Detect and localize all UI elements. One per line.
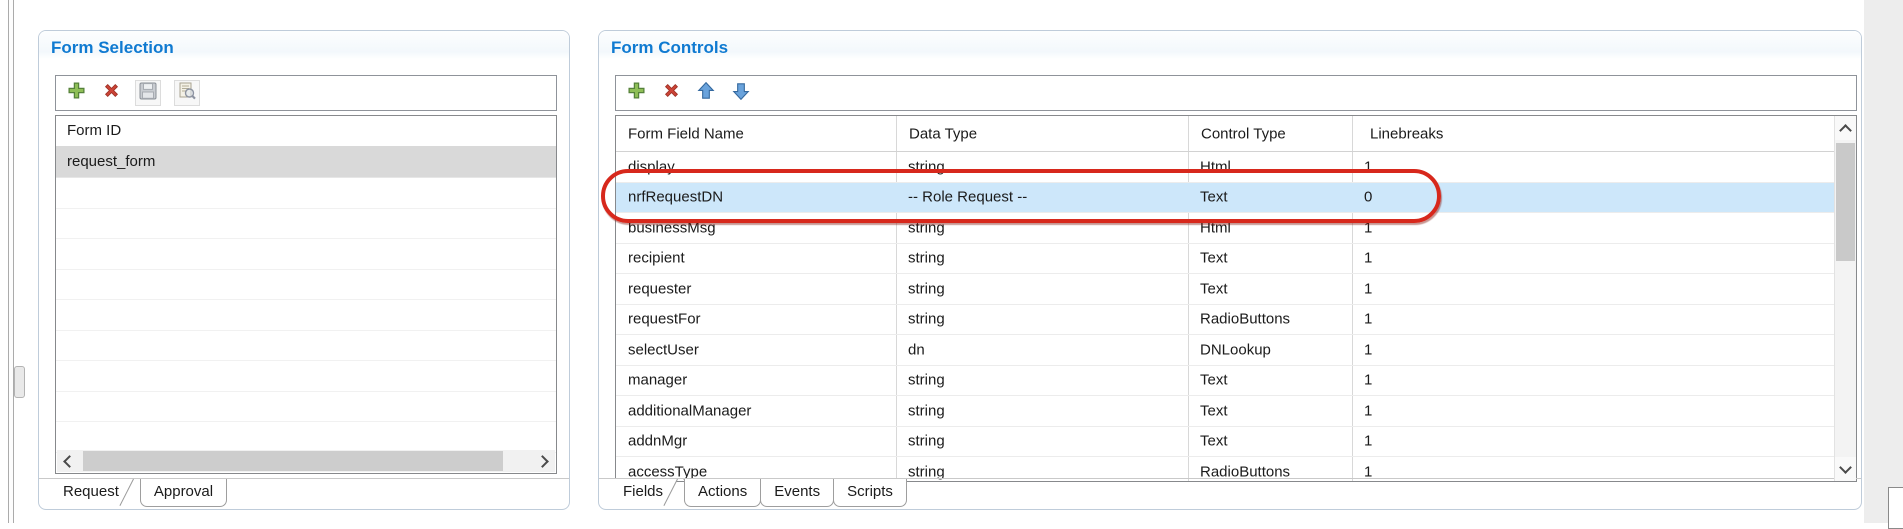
table-cell: 1 [1364, 371, 1373, 389]
table-vertical-scrollbar[interactable] [1834, 116, 1856, 481]
tab-fields[interactable]: Fields [610, 479, 677, 507]
table-cell: string [908, 402, 945, 420]
scroll-down-button[interactable] [1835, 457, 1856, 481]
form-controls-tabbar: Fields Actions Events Scripts [599, 478, 1861, 511]
chevron-down-icon [1839, 460, 1852, 474]
move-up-button[interactable] [695, 81, 717, 106]
table-cell: requester [628, 280, 692, 298]
form-id-horizontal-scrollbar[interactable] [57, 450, 555, 472]
tab-actions[interactable]: Actions [684, 479, 762, 507]
delete-x-icon [662, 81, 681, 105]
table-cell: Text [1200, 371, 1228, 389]
add-field-button[interactable] [625, 82, 647, 104]
form-selection-title: Form Selection [51, 38, 174, 57]
column-header-control-type[interactable]: Control Type [1201, 125, 1286, 142]
table-row-manager[interactable]: manager string Text 1 [616, 366, 1856, 396]
list-item-request-form[interactable]: request_form [56, 146, 556, 178]
table-cell: Text [1200, 402, 1228, 420]
table-cell: dn [908, 341, 925, 359]
list-empty-row [56, 331, 556, 361]
table-cell: string [908, 249, 945, 267]
table-cell: addnMgr [628, 432, 688, 450]
table-cell: manager [628, 371, 688, 389]
list-empty-row [56, 178, 556, 209]
column-header-form-field-name[interactable]: Form Field Name [628, 125, 744, 142]
table-cell: RadioButtons [1200, 310, 1291, 328]
list-empty-row [56, 422, 556, 453]
splitter-grip[interactable] [14, 366, 25, 398]
table-cell: DNLookup [1200, 341, 1271, 359]
save-floppy-icon [138, 81, 158, 106]
table-cell: additionalManager [628, 402, 752, 420]
list-empty-row [56, 361, 556, 392]
table-row-recipient[interactable]: recipient string Text 1 [616, 244, 1856, 274]
move-down-button[interactable] [730, 82, 752, 104]
table-cell: recipient [628, 249, 685, 267]
table-row-additionalmanager[interactable]: additionalManager string Text 1 [616, 396, 1856, 427]
chevron-right-icon [536, 454, 549, 468]
table-cell: string [908, 371, 945, 389]
tab-events[interactable]: Events [760, 479, 835, 507]
save-form-button[interactable] [135, 80, 161, 106]
table-row-requestfor[interactable]: requestFor string RadioButtons 1 [616, 305, 1856, 335]
table-cell: Text [1200, 432, 1228, 450]
vertical-scroll-thumb[interactable] [1836, 143, 1855, 261]
delete-field-button[interactable] [660, 82, 682, 104]
table-cell: 1 [1364, 402, 1373, 420]
form-selection-toolbar [55, 75, 557, 111]
left-splitter[interactable] [8, 0, 25, 523]
list-empty-row [56, 239, 556, 270]
scroll-up-button[interactable] [1835, 116, 1856, 140]
chevron-left-icon [63, 454, 76, 468]
list-empty-row [56, 209, 556, 239]
table-cell: string [908, 310, 945, 328]
table-row-addnmgr[interactable]: addnMgr string Text 1 [616, 427, 1856, 457]
add-form-button[interactable] [65, 82, 87, 104]
list-empty-row [56, 300, 556, 331]
table-cell: Text [1200, 249, 1228, 267]
form-selection-panel: Form Selection Form ID request_form Requ… [38, 30, 570, 510]
table-header-row: Form Field Name Data Type Control Type L… [616, 116, 1856, 152]
column-header-data-type[interactable]: Data Type [909, 125, 977, 142]
right-background-strip [1864, 0, 1903, 523]
table-cell: 1 [1364, 432, 1373, 450]
move-up-arrow-icon [696, 81, 716, 106]
chevron-up-icon [1839, 123, 1852, 137]
table-cell: 1 [1364, 341, 1373, 359]
tab-approval[interactable]: Approval [139, 479, 228, 507]
preview-magnifier-icon [177, 81, 197, 106]
delete-form-button[interactable] [100, 82, 122, 104]
list-empty-row [56, 392, 556, 422]
table-cell: requestFor [628, 310, 701, 328]
annotation-red-oval [601, 169, 1441, 223]
tab-scripts[interactable]: Scripts [833, 479, 907, 507]
form-selection-tabbar: Request Approval [39, 478, 569, 511]
table-cell: string [908, 432, 945, 450]
table-row-selectuser[interactable]: selectUser dn DNLookup 1 [616, 335, 1856, 366]
form-id-list-header: Form ID [67, 122, 122, 139]
add-plus-icon [627, 81, 646, 105]
column-header-linebreaks[interactable]: Linebreaks [1370, 125, 1443, 142]
form-controls-panel: Form Controls Form Field Name Data Type … [598, 30, 1862, 510]
table-cell: selectUser [628, 341, 699, 359]
form-controls-toolbar [615, 75, 1857, 111]
form-controls-title: Form Controls [611, 38, 729, 57]
table-cell: string [908, 280, 945, 298]
scroll-left-button[interactable] [57, 450, 79, 472]
add-plus-icon [67, 81, 86, 105]
scroll-right-button[interactable] [533, 450, 555, 472]
delete-x-icon [102, 81, 121, 105]
table-cell: 1 [1364, 310, 1373, 328]
table-cell: 1 [1364, 249, 1373, 267]
form-id-list: Form ID request_form [55, 115, 557, 474]
table-cell: 1 [1364, 280, 1373, 298]
table-row-requester[interactable]: requester string Text 1 [616, 274, 1856, 305]
list-empty-row [56, 270, 556, 300]
move-down-arrow-icon [731, 81, 751, 106]
horizontal-scroll-thumb[interactable] [83, 451, 503, 471]
table-cell: Text [1200, 280, 1228, 298]
preview-form-button[interactable] [174, 80, 200, 106]
